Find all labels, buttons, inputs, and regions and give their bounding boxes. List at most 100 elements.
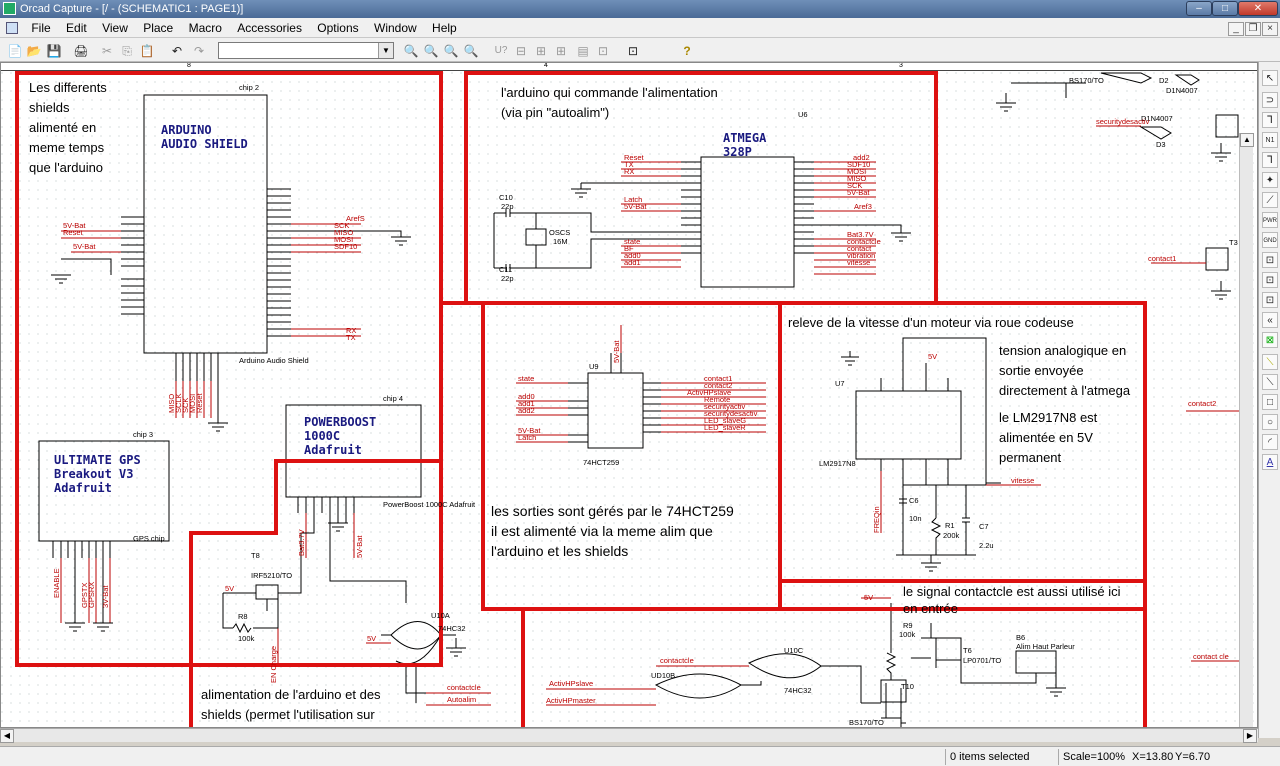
zoom-in-icon[interactable]: 🔍	[402, 41, 420, 59]
snap-grid-icon[interactable]: ⊡	[624, 41, 642, 59]
net-contact2-right: contact2	[1188, 399, 1216, 408]
undo-icon[interactable]: ↶	[168, 41, 186, 59]
minimize-button[interactable]: –	[1186, 1, 1212, 16]
netlist-icon[interactable]: ⊞	[552, 41, 570, 59]
offpage-tool-icon[interactable]: «	[1262, 312, 1278, 328]
select-tool-icon[interactable]: ↖	[1262, 70, 1278, 86]
scroll-up-icon[interactable]: ▲	[1240, 133, 1254, 147]
junction-tool-icon[interactable]: ✦	[1262, 172, 1278, 188]
net-gpsrx: GPSRX	[87, 582, 96, 608]
print-icon[interactable]: 🖨	[72, 41, 90, 59]
chevron-down-icon[interactable]: ▼	[378, 43, 393, 58]
open-icon[interactable]: 📂	[25, 41, 43, 59]
save-icon[interactable]: 💾	[45, 41, 63, 59]
zoom-out-icon[interactable]: 🔍	[422, 41, 440, 59]
rectangle-tool-icon[interactable]: □	[1262, 394, 1278, 410]
document-icon[interactable]	[6, 22, 18, 34]
label-chip2: chip 2	[239, 83, 259, 92]
status-x: X=13.80	[1132, 751, 1174, 763]
vertical-scrollbar[interactable]: ▲ ▼	[1239, 133, 1254, 727]
label-t10-part: BS170/TO	[849, 718, 884, 727]
line-tool-icon[interactable]: ⟍	[1262, 354, 1278, 370]
menu-options[interactable]: Options	[311, 18, 364, 38]
net-contactcle-u10: contactcle	[447, 683, 481, 692]
ground-tool-icon[interactable]: GND	[1262, 232, 1278, 248]
menu-edit[interactable]: Edit	[60, 18, 93, 38]
maximize-button[interactable]: □	[1212, 1, 1238, 16]
backannotate-icon[interactable]: ⊟	[512, 41, 530, 59]
status-y: Y=6.70	[1175, 751, 1211, 763]
net-3vbat: 3V-Bat	[101, 585, 110, 608]
hierarchical-block-icon[interactable]: ⊡	[1262, 252, 1278, 268]
mdi-restore-button[interactable]: ❐	[1245, 22, 1261, 36]
cut-icon[interactable]: ✂	[98, 41, 116, 59]
mdi-minimize-button[interactable]: _	[1228, 22, 1244, 36]
text-tool-icon[interactable]: A	[1262, 454, 1278, 470]
schematic-canvas[interactable]: 8 4 3 Les differents shields alimenté en…	[0, 62, 1258, 728]
label-r1: R1	[945, 521, 955, 530]
net-5v-u10: 5V	[367, 634, 376, 643]
bus-tool-icon[interactable]: ⅂	[1262, 152, 1278, 168]
label-t6: T6	[963, 646, 972, 655]
polyline-tool-icon[interactable]: ⟍	[1262, 374, 1278, 390]
new-icon[interactable]: 📄	[6, 41, 24, 59]
arc-tool-icon[interactable]: ◜	[1262, 434, 1278, 450]
part-combo[interactable]: ▼	[218, 42, 394, 59]
window-title: Orcad Capture - [/ - (SCHEMATIC1 : PAGE1…	[20, 3, 244, 15]
status-separator	[945, 749, 946, 765]
crossref-icon[interactable]: ▤	[574, 41, 592, 59]
net-add2-u9: add2	[518, 406, 535, 415]
label-b6-part: Alim Haut Parleur	[1016, 642, 1075, 651]
help-icon[interactable]: ?	[678, 41, 696, 59]
power-tool-icon[interactable]: PWR	[1262, 212, 1278, 228]
zoom-area-icon[interactable]: 🔍	[442, 41, 460, 59]
zoom-all-icon[interactable]: 🔍	[462, 41, 480, 59]
net-securitydesactiv-right: securitydesactiv	[1096, 117, 1150, 126]
label-c10-value: 22p	[501, 202, 514, 211]
mdi-close-button[interactable]: ×	[1262, 22, 1278, 36]
net-alias-tool-icon[interactable]: N1	[1262, 132, 1278, 148]
pin-tool-icon[interactable]: ⊡	[1262, 292, 1278, 308]
net-reset-bottom: Reset	[195, 392, 204, 413]
menu-view[interactable]: View	[96, 18, 134, 38]
label-u10c-part: 74HC32	[784, 686, 812, 695]
menu-file[interactable]: File	[25, 18, 56, 38]
menu-macro[interactable]: Macro	[183, 18, 228, 38]
menu-place[interactable]: Place	[137, 18, 179, 38]
menu-window[interactable]: Window	[368, 18, 423, 38]
net-aref3: Aref3	[854, 202, 872, 211]
net-5vbat-u6: 5V-Bat	[624, 202, 647, 211]
drc-icon[interactable]: ⊞	[532, 41, 550, 59]
bom-icon[interactable]: ⊡	[594, 41, 612, 59]
no-connect-tool-icon[interactable]: ⊠	[1262, 332, 1278, 348]
label-r8-value: 100k	[238, 634, 255, 643]
redo-icon[interactable]: ↷	[190, 41, 208, 59]
menu-accessories[interactable]: Accessories	[231, 18, 308, 38]
net-5vbat-u6r: 5V-Bat	[847, 188, 870, 197]
horizontal-scrollbar[interactable]: ◀ ▶	[0, 728, 1258, 743]
bus-entry-tool-icon[interactable]: ⟋	[1262, 192, 1278, 208]
ellipse-tool-icon[interactable]: ○	[1262, 414, 1278, 430]
scroll-right-icon[interactable]: ▶	[1243, 729, 1257, 743]
label-t8-part: IRF5210/TO	[251, 571, 292, 580]
label-u7: U7	[835, 379, 845, 388]
port-tool-icon[interactable]: ⊡	[1262, 272, 1278, 288]
label-d2-part: D1N4007	[1166, 86, 1198, 95]
net-activhpslave: ActivHPslave	[549, 679, 593, 688]
scroll-left-icon[interactable]: ◀	[0, 729, 14, 743]
close-button[interactable]: ✕	[1238, 1, 1278, 16]
net-5v-u7: 5V	[928, 352, 937, 361]
menu-help[interactable]: Help	[426, 18, 463, 38]
paste-icon[interactable]: 📋	[138, 41, 156, 59]
net-enable: ENABLE	[52, 568, 61, 598]
net-contactcle-right: contact cle	[1193, 652, 1229, 661]
wire-tool-icon[interactable]: ⅂	[1262, 112, 1278, 128]
copy-icon[interactable]: ⎘	[118, 41, 136, 59]
part-tool-icon[interactable]: ⊃	[1262, 92, 1278, 108]
label-t10: T10	[901, 682, 914, 691]
annotate-icon[interactable]: U?	[492, 41, 510, 59]
label-c10: C10	[499, 193, 513, 202]
label-d2: D2	[1159, 76, 1169, 85]
label-r9: R9	[903, 621, 913, 630]
net-ledr: LED_slaveR	[704, 423, 746, 432]
